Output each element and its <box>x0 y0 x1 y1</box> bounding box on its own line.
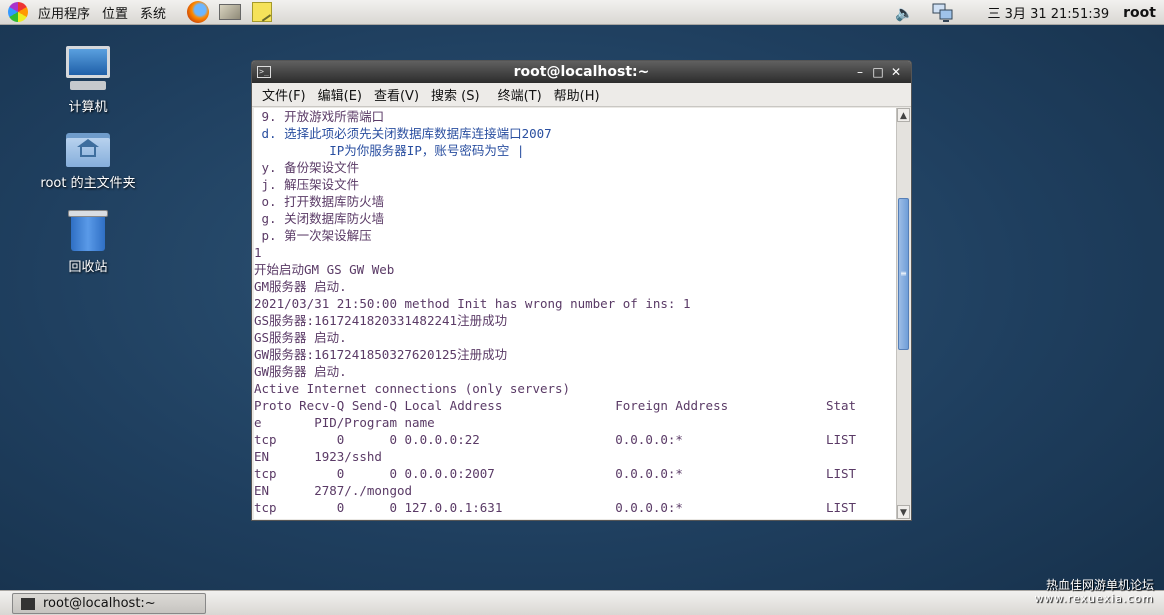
desktop-icon-computer[interactable]: 计算机 <box>28 46 148 115</box>
notes-icon <box>252 2 273 22</box>
volume-icon[interactable]: 🔈 <box>894 2 916 24</box>
terminal-line: EN 2787/./mongod <box>254 483 413 498</box>
menu-search[interactable]: 搜索 (S) <box>425 85 486 104</box>
close-button[interactable]: ✕ <box>887 65 905 79</box>
user-menu[interactable]: root <box>1123 5 1156 21</box>
terminal-line: tcp 0 0 0.0.0.0:22 0.0.0.0:* LIST <box>254 432 857 447</box>
menu-system[interactable]: 系统 <box>134 0 172 25</box>
terminal-line: EN 1923/sshd <box>254 449 382 464</box>
taskbar-button-terminal[interactable]: root@localhost:~ <box>12 593 206 614</box>
watermark-line2: www.rexuexia.com <box>1034 592 1154 605</box>
terminal-line: d. 选择此项必须先关闭数据库数据库连接端口2007 <box>254 126 552 141</box>
terminal-line: GW服务器:1617241850327620125注册成功 <box>254 347 508 362</box>
terminal-line: y. 备份架设文件 <box>254 160 360 175</box>
terminal-menubar: 文件(F) 编辑(E) 查看(V) 搜索 (S) 终端(T) 帮助(H) <box>252 83 911 107</box>
terminal-line: GM服务器 启动. <box>254 279 347 294</box>
terminal-line: Proto Recv-Q Send-Q Local Address Foreig… <box>254 398 857 413</box>
home-folder-icon <box>66 130 110 168</box>
terminal-line: tcp 0 0 0.0.0.0:2007 0.0.0.0:* LIST <box>254 466 857 481</box>
desktop-icon-label: 计算机 <box>68 100 108 115</box>
menu-file[interactable]: 文件(F) <box>256 85 312 104</box>
desktop-icon-home[interactable]: root 的主文件夹 <box>28 130 148 191</box>
menu-view[interactable]: 查看(V) <box>368 85 425 104</box>
terminal-line: IP为你服务器IP，账号密码为空 | <box>254 143 525 158</box>
terminal-line: 开始启动GM GS GW Web <box>254 262 395 277</box>
terminal-line: tcp 0 0 127.0.0.1:631 0.0.0.0:* LIST <box>254 500 857 515</box>
terminal-line: GS服务器:1617241820331482241注册成功 <box>254 313 508 328</box>
desktop-icon-label: root 的主文件夹 <box>40 176 136 191</box>
terminal-icon <box>21 597 35 610</box>
terminal-window: >_ root@localhost:~ – □ ✕ 文件(F) 编辑(E) 查看… <box>251 60 912 521</box>
notes-launcher[interactable] <box>250 1 274 23</box>
network-icon[interactable] <box>932 2 954 24</box>
terminal-line: GS服务器 启动. <box>254 330 347 345</box>
terminal-line: o. 打开数据库防火墙 <box>254 194 385 209</box>
menu-help[interactable]: 帮助(H) <box>548 85 606 104</box>
scroll-down-icon[interactable]: ▼ <box>897 505 910 519</box>
maximize-button[interactable]: □ <box>869 65 887 79</box>
firefox-launcher[interactable] <box>186 1 210 23</box>
scroll-up-icon[interactable]: ▲ <box>897 108 910 122</box>
bottom-panel: root@localhost:~ <box>0 590 1164 615</box>
mail-launcher[interactable] <box>218 1 242 23</box>
watermark: 热血佳网游单机论坛 www.rexuexia.com <box>1034 578 1154 606</box>
top-panel: 应用程序 位置 系统 🔈 三 3月 31 21:51:39 root <box>0 0 1164 25</box>
mail-icon <box>219 4 242 20</box>
computer-icon <box>64 46 112 92</box>
terminal-line: j. 解压架设文件 <box>254 177 360 192</box>
terminal-output[interactable]: 9. 开放游戏所需端口 d. 选择此项必须先关闭数据库数据库连接端口2007 I… <box>254 108 896 519</box>
desktop-icon-trash[interactable]: 回收站 <box>28 210 148 275</box>
terminal-line: g. 关闭数据库防火墙 <box>254 211 385 226</box>
minimize-button[interactable]: – <box>851 65 869 79</box>
terminal-line: 1 <box>254 245 262 260</box>
menu-terminal[interactable]: 终端(T) <box>492 85 548 104</box>
window-titlebar[interactable]: >_ root@localhost:~ – □ ✕ <box>252 61 911 83</box>
terminal-line: 9. 开放游戏所需端口 <box>254 109 385 124</box>
menu-applications[interactable]: 应用程序 <box>32 0 96 25</box>
vertical-scrollbar[interactable]: ▲ ≡ ▼ <box>896 108 910 519</box>
terminal-line: GW服务器 启动. <box>254 364 347 379</box>
clock[interactable]: 三 3月 31 21:51:39 <box>988 3 1110 22</box>
terminal-line: 2021/03/31 21:50:00 method Init has wron… <box>254 296 691 311</box>
window-title: root@localhost:~ <box>513 64 650 80</box>
taskbar-label: root@localhost:~ <box>43 596 156 611</box>
terminal-line: e PID/Program name <box>254 415 435 430</box>
firefox-icon <box>187 1 210 23</box>
watermark-line1: 热血佳网游单机论坛 <box>1045 578 1154 592</box>
terminal-line: p. 第一次架设解压 <box>254 228 372 243</box>
terminal-line: Active Internet connections (only server… <box>254 381 571 396</box>
panel-tray: 🔈 三 3月 31 21:51:39 root <box>886 0 1164 25</box>
trash-icon <box>68 210 108 252</box>
scroll-thumb[interactable]: ≡ <box>898 198 909 350</box>
applications-logo-icon[interactable] <box>8 2 28 22</box>
desktop-icon-label: 回收站 <box>68 260 108 275</box>
menu-places[interactable]: 位置 <box>96 0 134 25</box>
menu-edit[interactable]: 编辑(E) <box>312 85 368 104</box>
